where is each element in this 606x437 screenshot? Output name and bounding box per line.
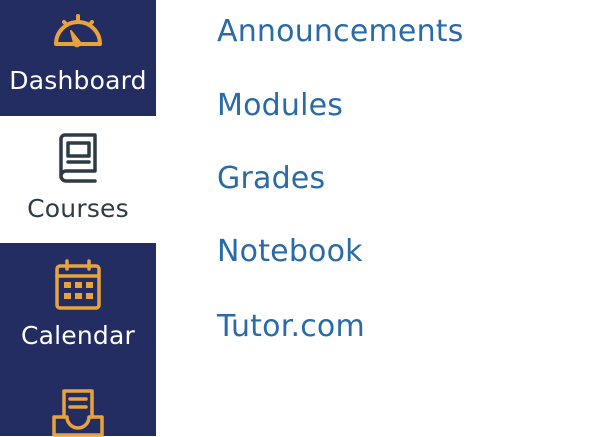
nav-item-calendar[interactable]: Calendar <box>0 243 156 371</box>
nav-label-calendar: Calendar <box>20 321 135 350</box>
nav-item-dashboard[interactable]: Dashboard <box>0 0 156 116</box>
nav-label-dashboard: Dashboard <box>9 66 147 95</box>
global-navigation: Dashboard Courses Calendar <box>0 0 156 437</box>
book-icon <box>0 133 156 185</box>
menu-link-notebook[interactable]: Notebook <box>217 234 363 269</box>
speedometer-icon <box>0 8 156 50</box>
inbox-icon <box>0 387 156 437</box>
nav-label-courses: Courses <box>27 194 129 223</box>
menu-link-modules[interactable]: Modules <box>217 88 343 123</box>
nav-item-courses[interactable]: Courses <box>0 116 156 243</box>
menu-link-tutor-com[interactable]: Tutor.com <box>217 309 365 344</box>
menu-link-grades[interactable]: Grades <box>217 161 325 196</box>
nav-item-inbox[interactable] <box>0 371 156 437</box>
menu-link-announcements[interactable]: Announcements <box>217 14 464 49</box>
calendar-icon <box>0 259 156 311</box>
